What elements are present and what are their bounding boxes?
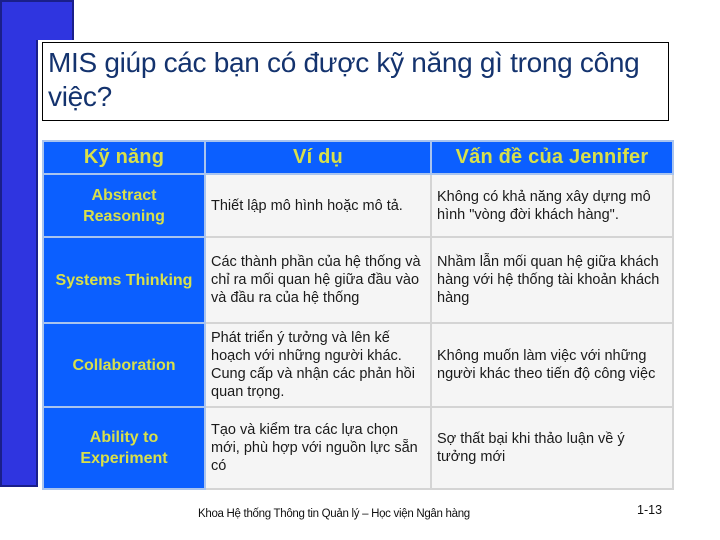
skills-table: Kỹ năng Ví dụ Vấn đề của Jennifer Abstra…: [42, 140, 674, 490]
problem-cell: Sợ thất bại khi thảo luận về ý tưởng mới: [430, 406, 674, 490]
problem-cell: Không muốn làm việc với những người khác…: [430, 322, 674, 408]
example-cell: Các thành phần của hệ thống và chỉ ra mố…: [204, 236, 432, 324]
column-header-skill: Kỹ năng: [42, 140, 206, 175]
problem-cell: Không có khả năng xây dựng mô hình "vòng…: [430, 173, 674, 238]
example-cell: Phát triển ý tưởng và lên kế hoạch với n…: [204, 322, 432, 408]
table-row: Ability to Experiment Tạo và kiểm tra cá…: [42, 406, 674, 490]
table-header-row: Kỹ năng Ví dụ Vấn đề của Jennifer: [42, 140, 674, 175]
skill-cell: Collaboration: [42, 322, 206, 408]
decorative-accent-bar-left: [0, 0, 38, 487]
table-row: Abstract Reasoning Thiết lập mô hình hoặ…: [42, 173, 674, 238]
table-row: Systems Thinking Các thành phần của hệ t…: [42, 236, 674, 324]
decorative-accent-bar-top: [0, 0, 74, 40]
column-header-problem: Vấn đề của Jennifer: [430, 140, 674, 175]
example-cell: Thiết lập mô hình hoặc mô tả.: [204, 173, 432, 238]
skill-cell: Ability to Experiment: [42, 406, 206, 490]
slide-title: MIS giúp các bạn có được kỹ năng gì tron…: [48, 47, 640, 112]
table-row: Collaboration Phát triển ý tưởng và lên …: [42, 322, 674, 408]
footer-text: Khoa Hệ thống Thông tin Quản lý – Học vi…: [198, 508, 470, 520]
example-cell: Tạo và kiểm tra các lựa chọn mới, phù hợ…: [204, 406, 432, 490]
column-header-example: Ví dụ: [204, 140, 432, 175]
page-number: 1-13: [637, 503, 663, 517]
skill-cell: Abstract Reasoning: [42, 173, 206, 238]
skill-cell: Systems Thinking: [42, 236, 206, 324]
problem-cell: Nhầm lẫn mối quan hệ giữa khách hàng với…: [430, 236, 674, 324]
